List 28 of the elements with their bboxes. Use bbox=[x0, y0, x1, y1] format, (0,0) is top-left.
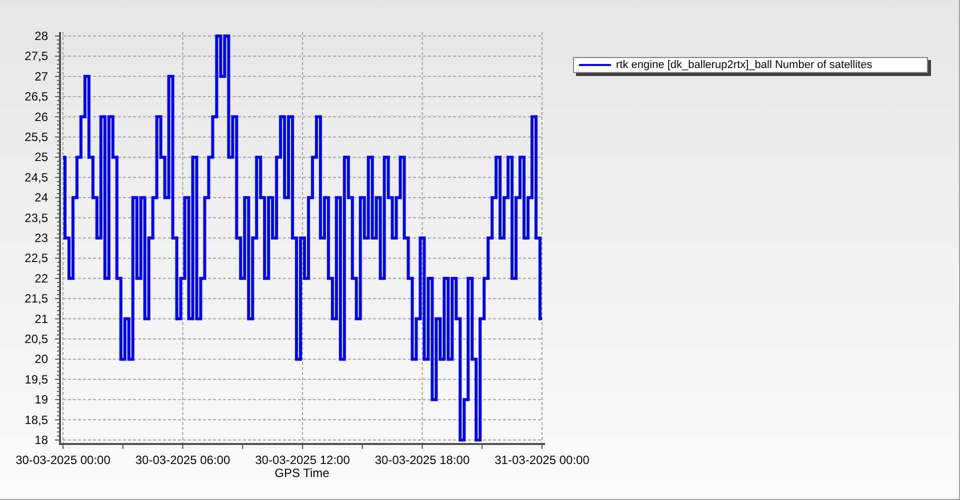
y-tick-label: 22,5 bbox=[24, 251, 48, 266]
y-tick-label: 20,5 bbox=[24, 332, 48, 346]
y-tick-label: 26 bbox=[34, 110, 48, 124]
y-tick-label: 22 bbox=[34, 271, 48, 286]
x-tick-label: 30-03-2025 06:00 bbox=[135, 453, 230, 467]
y-tick-label: 18,5 bbox=[24, 412, 48, 427]
y-tick-label: 18 bbox=[34, 433, 48, 447]
x-tick-label: 30-03-2025 00:00 bbox=[16, 453, 110, 467]
y-tick-label: 23 bbox=[34, 231, 48, 245]
y-tick-label: 24,5 bbox=[24, 170, 48, 184]
y-tick-label: 23,5 bbox=[24, 210, 48, 225]
y-tick-label: 28 bbox=[34, 29, 48, 43]
y-tick-label: 25,5 bbox=[24, 130, 48, 144]
axis-title: GPS Time bbox=[274, 466, 330, 480]
x-tick-label: 31-03-2025 00:00 bbox=[494, 453, 590, 467]
y-tick-label: 27 bbox=[34, 69, 48, 84]
y-tick-label: 19 bbox=[34, 392, 48, 407]
y-tick-label: 27,5 bbox=[24, 49, 48, 64]
y-tick-label: 21 bbox=[34, 312, 48, 326]
legend-label: rtk engine [dk_ballerup2rtx]_ball Number of satellites bbox=[616, 60, 872, 70]
y-tick-label: 25 bbox=[34, 150, 48, 164]
y-tick-label: 21,5 bbox=[24, 292, 48, 306]
x-tick-label: 30-03-2025 12:00 bbox=[255, 453, 350, 467]
x-tick-label: 30-03-2025 18:00 bbox=[374, 453, 470, 467]
y-tick-label: 24 bbox=[34, 190, 48, 205]
y-tick-label: 19,5 bbox=[24, 372, 48, 386]
y-tick-label: 26,5 bbox=[24, 90, 48, 104]
y-tick-label: 20 bbox=[34, 352, 48, 366]
